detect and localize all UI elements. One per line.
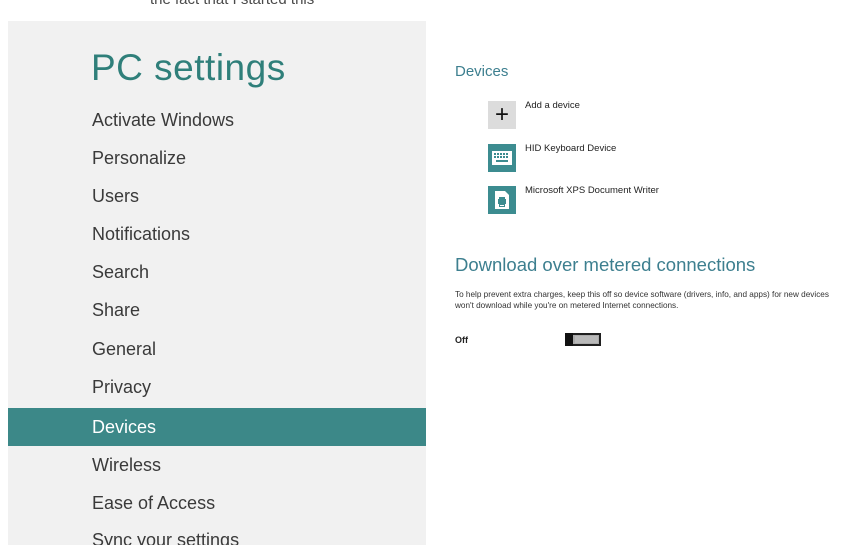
sidebar-item-notifications[interactable]: Notifications	[8, 215, 426, 253]
page-title: PC settings	[91, 47, 286, 88]
device-label: HID Keyboard Device	[525, 143, 617, 154]
device-label: Add a device	[525, 100, 580, 111]
toggle-track	[575, 336, 598, 343]
cropped-header-text: the fact that I started this	[150, 0, 314, 8]
toggle-state-label: Off	[455, 335, 468, 345]
devices-heading: Devices	[455, 63, 509, 80]
settings-sidebar: PC settings Activate Windows Personalize…	[8, 21, 426, 545]
printer-icon	[488, 186, 516, 214]
device-hid-keyboard[interactable]: HID Keyboard Device	[488, 143, 728, 176]
device-label: Microsoft XPS Document Writer	[525, 185, 659, 196]
sidebar-item-activate-windows[interactable]: Activate Windows	[8, 101, 426, 139]
sidebar-item-wireless[interactable]: Wireless	[8, 446, 426, 484]
sidebar-item-personalize[interactable]: Personalize	[8, 139, 426, 177]
sidebar-item-search[interactable]: Search	[8, 253, 426, 291]
sidebar-item-sync-your-settings[interactable]: Sync your settings	[8, 521, 426, 545]
devices-pane: Devices + Add a device HID Keyboard Devi…	[455, 0, 841, 545]
toggle-knob	[565, 333, 573, 346]
sidebar-item-users[interactable]: Users	[8, 177, 426, 215]
keyboard-icon	[488, 144, 516, 172]
sidebar-item-general[interactable]: General	[8, 330, 426, 368]
sidebar-item-ease-of-access[interactable]: Ease of Access	[8, 484, 426, 522]
sidebar-item-privacy[interactable]: Privacy	[8, 368, 426, 406]
sidebar-item-share[interactable]: Share	[8, 291, 426, 329]
metered-toggle-switch[interactable]	[565, 333, 601, 346]
plus-icon: +	[488, 101, 516, 129]
metered-description: To help prevent extra charges, keep this…	[455, 290, 829, 311]
sidebar-item-devices[interactable]: Devices	[8, 408, 426, 446]
add-device-button[interactable]: + Add a device	[488, 100, 728, 133]
device-xps-writer[interactable]: Microsoft XPS Document Writer	[488, 185, 728, 218]
metered-heading: Download over metered connections	[455, 254, 756, 275]
